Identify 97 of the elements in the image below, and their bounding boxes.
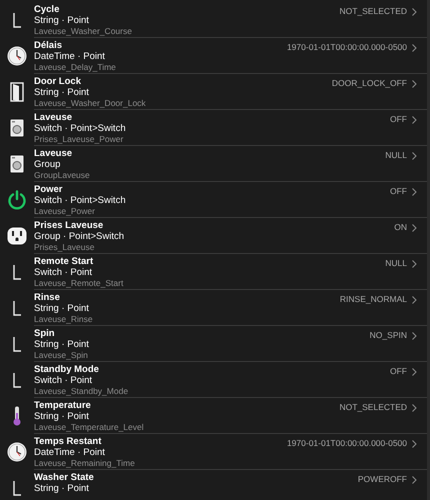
chevron-icon — [412, 440, 417, 448]
item-state: NOT_SELECTED — [339, 401, 407, 412]
item-name: Prises_Laveuse — [34, 242, 96, 253]
item-type: String · Point — [34, 87, 90, 98]
chevron-icon — [412, 116, 417, 124]
item-title: Cycle — [34, 4, 60, 15]
item-state: OFF — [390, 365, 407, 376]
item-state: NULL — [385, 257, 407, 268]
item-type: Switch · Point>Switch — [34, 123, 127, 134]
list-item[interactable]: Laveuse Group GroupLaveuse NULL — [0, 146, 427, 182]
item-name: Laveuse_Washer_Door_Lock — [34, 98, 147, 109]
item-type: String · Point — [34, 303, 90, 314]
chevron-icon — [412, 404, 417, 412]
chevron-icon — [412, 296, 417, 304]
clock-icon — [7, 46, 27, 66]
list-item[interactable]: Cycle String · Point Laveuse_Washer_Course NOT_SELECTED — [0, 2, 427, 38]
washer-icon — [10, 119, 24, 137]
item-state: DOOR_LOCK_OFF — [332, 77, 407, 88]
item-name: GroupLaveuse — [34, 170, 91, 181]
list-item[interactable]: Power Switch · Point>Switch Laveuse_Power OFF — [0, 182, 427, 218]
chevron-icon — [412, 368, 417, 376]
item-name: Laveuse_Remote_Start — [34, 278, 124, 289]
chevron-icon — [412, 476, 417, 484]
list-item[interactable]: Door Lock String · Point Laveuse_Washer_Door_Lock DOOR_LOCK_OFF — [0, 74, 427, 110]
item-state: OFF — [390, 185, 407, 196]
chevron-icon — [412, 260, 417, 268]
line-icon — [12, 336, 22, 352]
item-state: NULL — [385, 149, 407, 160]
item-name: Laveuse_Standby_Mode — [34, 386, 130, 397]
item-state: NO_SPIN — [370, 329, 407, 340]
list-item[interactable]: Délais DateTime · Point Laveuse_Delay_Time 1970-01-01T00:00:00.000-0500 — [0, 38, 427, 74]
item-title: Laveuse — [34, 112, 74, 123]
item-title: Laveuse — [34, 148, 74, 159]
item-type: DateTime · Point — [34, 51, 106, 62]
item-type: String · Point — [34, 15, 90, 26]
item-type: DateTime · Point — [34, 447, 106, 458]
item-title: Prises Laveuse — [34, 220, 104, 231]
item-type: Group — [34, 159, 62, 170]
chevron-icon — [412, 224, 417, 232]
item-type: Switch · Point — [34, 267, 94, 278]
item-state: ON — [394, 221, 407, 232]
item-type: Group · Point>Switch — [34, 231, 126, 242]
washer-icon — [10, 155, 24, 173]
list-item[interactable]: Temperature String · Point Laveuse_Temperature_Level NOT_SELECTED — [0, 398, 427, 434]
line-icon — [12, 12, 22, 28]
item-type: Switch · Point>Switch — [34, 195, 127, 206]
item-title: Délais — [34, 40, 63, 51]
item-title: Temps Restant — [34, 436, 102, 447]
item-type: Switch · Point — [34, 375, 94, 386]
item-name: Laveuse_Spin — [34, 350, 89, 361]
chevron-icon — [412, 188, 417, 196]
item-state: POWEROFF — [358, 473, 407, 484]
item-title: Spin — [34, 328, 56, 339]
item-title: Washer State — [34, 472, 95, 483]
item-title: Rinse — [34, 292, 61, 303]
list-item[interactable]: Rinse String · Point Laveuse_Rinse RINSE_NORMAL — [0, 290, 427, 326]
thermometer-icon — [13, 406, 21, 426]
item-title: Standby Mode — [34, 364, 100, 375]
item-type: String · Point — [34, 483, 90, 494]
line-icon — [12, 480, 22, 496]
list-item[interactable]: Temps Restant DateTime · Point Laveuse_Remaining_Time 1970-01-01T00:00:00.000-0500 — [0, 434, 427, 470]
item-state: NOT_SELECTED — [339, 5, 407, 16]
item-type: String · Point — [34, 339, 90, 350]
chevron-icon — [412, 152, 417, 160]
item-state: 1970-01-01T00:00:00.000-0500 — [286, 41, 407, 52]
item-name: Laveuse_Delay_Time — [34, 62, 117, 73]
list-item[interactable]: Standby Mode Switch · Point Laveuse_Standby_Mode OFF — [0, 362, 427, 398]
item-name: Laveuse_Remaining_Time — [34, 458, 136, 469]
item-name: Laveuse_Temperature_Level — [34, 422, 145, 433]
chevron-icon — [412, 80, 417, 88]
chevron-icon — [412, 44, 417, 52]
list-item[interactable]: Laveuse Switch · Point>Switch Prises_Laveuse_Power OFF — [0, 110, 427, 146]
item-title: Door Lock — [34, 76, 82, 87]
item-state: 1970-01-01T00:00:00.000-0500 — [286, 437, 407, 448]
chevron-icon — [412, 332, 417, 340]
line-icon — [12, 300, 22, 316]
chevron-icon — [412, 8, 417, 16]
door-icon — [10, 82, 24, 102]
item-name: Laveuse_Rinse — [34, 314, 94, 325]
list-item[interactable]: Prises Laveuse Group · Point>Switch Prises_Laveuse ON — [0, 218, 427, 254]
list-item[interactable]: Spin String · Point Laveuse_Spin NO_SPIN — [0, 326, 427, 362]
list-item[interactable]: Washer State String · Point POWEROFF — [0, 470, 427, 500]
item-state: OFF — [390, 113, 407, 124]
power-icon — [7, 190, 27, 210]
item-title: Remote Start — [34, 256, 94, 267]
line-icon — [12, 264, 22, 280]
item-name: Laveuse_Washer_Course — [34, 26, 133, 37]
item-state: RINSE_NORMAL — [340, 293, 407, 304]
clock-icon — [7, 442, 27, 462]
item-name: Laveuse_Power — [34, 206, 96, 217]
item-title: Power — [34, 184, 64, 195]
outlet-icon — [7, 227, 27, 245]
list-item[interactable]: Remote Start Switch · Point Laveuse_Remote_Start NULL — [0, 254, 427, 290]
item-title: Temperature — [34, 400, 92, 411]
item-type: String · Point — [34, 411, 90, 422]
line-icon — [12, 372, 22, 388]
item-name: Prises_Laveuse_Power — [34, 134, 124, 145]
